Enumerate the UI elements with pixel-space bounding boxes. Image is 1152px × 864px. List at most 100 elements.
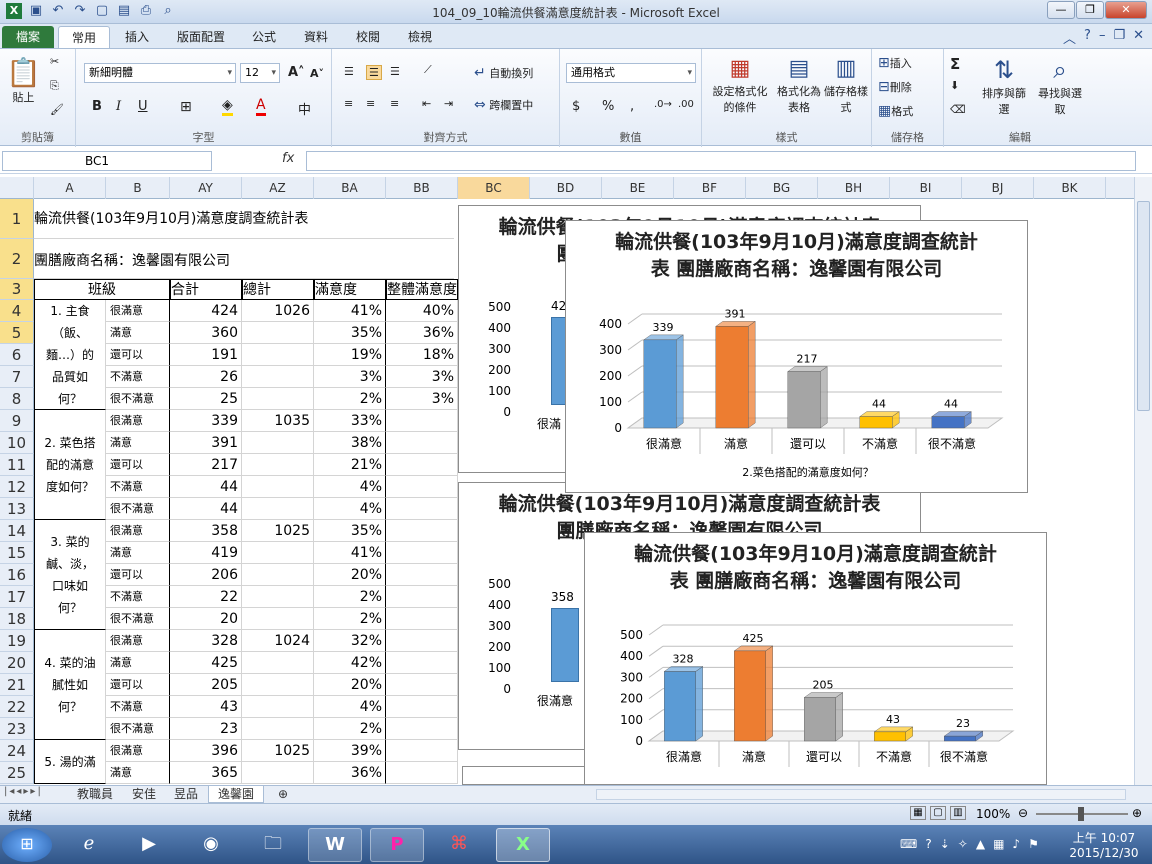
grand-total-cell[interactable]: 1024: [242, 630, 314, 652]
row-header[interactable]: 6: [0, 344, 34, 366]
level-label[interactable]: 很不滿意: [106, 388, 170, 410]
col-header[interactable]: BG: [746, 177, 818, 199]
col-header[interactable]: BI: [890, 177, 962, 199]
grand-total-cell[interactable]: [242, 586, 314, 608]
col-header[interactable]: AY: [170, 177, 242, 199]
select-all-corner[interactable]: [0, 177, 34, 199]
row-header[interactable]: 3: [0, 279, 34, 300]
pct-cell[interactable]: 4%: [314, 476, 386, 498]
pct-cell[interactable]: 2%: [314, 608, 386, 630]
percent-button[interactable]: %: [602, 99, 614, 114]
tab-data[interactable]: 資料: [296, 26, 336, 48]
overall-cell[interactable]: [386, 718, 458, 740]
pct-cell[interactable]: 38%: [314, 432, 386, 454]
currency-button[interactable]: $: [572, 99, 580, 114]
doc-restore-icon[interactable]: ❐: [1113, 28, 1125, 47]
fill-icon[interactable]: ⬇: [950, 79, 959, 92]
font-name-select[interactable]: 新細明體: [84, 63, 236, 83]
flag-icon[interactable]: ⚑: [1028, 837, 1039, 851]
row-header[interactable]: 18: [0, 608, 34, 630]
restore-button[interactable]: ❐: [1076, 1, 1104, 19]
question-label[interactable]: 4. 菜的油膩性如何？: [34, 630, 106, 740]
pct-cell[interactable]: 19%: [314, 344, 386, 366]
tray-arrow-icon[interactable]: ▲: [976, 837, 985, 851]
volume-icon[interactable]: ♪: [1012, 837, 1020, 851]
pct-cell[interactable]: 41%: [314, 300, 386, 322]
row-header[interactable]: 1: [0, 199, 34, 239]
row-header[interactable]: 15: [0, 542, 34, 564]
fill-color-icon[interactable]: ◈: [222, 97, 233, 116]
overall-cell[interactable]: [386, 608, 458, 630]
start-button[interactable]: ⊞: [2, 828, 52, 862]
grand-total-cell[interactable]: [242, 366, 314, 388]
question-label[interactable]: 3. 菜的鹹、淡，口味如何？: [34, 520, 106, 630]
grand-total-cell[interactable]: [242, 432, 314, 454]
row-header[interactable]: 8: [0, 388, 34, 410]
sheet-tab[interactable]: 教職員: [68, 786, 122, 803]
align-top-icon[interactable]: ☰: [344, 65, 354, 78]
find-select-button[interactable]: ⌕ 尋找與選取: [1038, 55, 1082, 117]
overall-cell[interactable]: [386, 520, 458, 542]
zoom-out-icon[interactable]: ⊖: [1018, 806, 1028, 820]
name-box[interactable]: BC1: [2, 151, 212, 171]
increase-indent-icon[interactable]: ⇥: [444, 97, 453, 110]
grow-font-icon[interactable]: A˄: [288, 65, 305, 80]
pct-cell[interactable]: 41%: [314, 542, 386, 564]
format-cells-button[interactable]: ▦格式: [878, 103, 913, 119]
grand-total-cell[interactable]: [242, 388, 314, 410]
count-cell[interactable]: 26: [170, 366, 242, 388]
level-label[interactable]: 還可以: [106, 344, 170, 366]
level-label[interactable]: 很不滿意: [106, 718, 170, 740]
page-break-view-icon[interactable]: ▥: [950, 806, 966, 820]
row-header[interactable]: 21: [0, 674, 34, 696]
align-right-icon[interactable]: ≡: [390, 97, 399, 110]
overall-cell[interactable]: [386, 652, 458, 674]
row-header[interactable]: 13: [0, 498, 34, 520]
row-header[interactable]: 22: [0, 696, 34, 718]
level-label[interactable]: 滿意: [106, 762, 170, 784]
paste-button[interactable]: 📋 貼上: [6, 57, 41, 105]
decrease-decimal-icon[interactable]: .00: [678, 99, 694, 110]
level-label[interactable]: 滿意: [106, 542, 170, 564]
level-label[interactable]: 很滿意: [106, 300, 170, 322]
zoom-in-icon[interactable]: ⊕: [1132, 806, 1142, 820]
formula-input[interactable]: [306, 151, 1136, 171]
powerpoint-icon[interactable]: P: [370, 828, 424, 862]
grand-total-cell[interactable]: [242, 696, 314, 718]
count-cell[interactable]: 191: [170, 344, 242, 366]
pct-cell[interactable]: 20%: [314, 564, 386, 586]
count-cell[interactable]: 43: [170, 696, 242, 718]
header-overall[interactable]: 整體滿意度: [386, 279, 458, 300]
minimize-button[interactable]: —: [1047, 1, 1075, 19]
overall-cell[interactable]: 40%: [386, 300, 458, 322]
conditional-format-button[interactable]: ▦ 設定格式化的條件: [708, 55, 772, 115]
count-cell[interactable]: 419: [170, 542, 242, 564]
level-label[interactable]: 還可以: [106, 674, 170, 696]
overall-cell[interactable]: 36%: [386, 322, 458, 344]
zoom-level[interactable]: 100%: [976, 807, 1010, 821]
row-header[interactable]: 7: [0, 366, 34, 388]
pct-cell[interactable]: 4%: [314, 696, 386, 718]
sort-filter-button[interactable]: ⇅ 排序與篩選: [980, 55, 1028, 117]
orientation-icon[interactable]: ⟋: [424, 63, 432, 77]
sheet-tab[interactable]: 安佳: [124, 786, 164, 803]
overall-cell[interactable]: [386, 630, 458, 652]
media-player-icon[interactable]: ▶: [122, 828, 176, 862]
level-label[interactable]: 滿意: [106, 652, 170, 674]
cut-icon[interactable]: ✂: [50, 55, 59, 68]
overall-cell[interactable]: [386, 696, 458, 718]
overall-cell[interactable]: [386, 762, 458, 784]
number-format-select[interactable]: 通用格式: [566, 63, 696, 83]
count-cell[interactable]: 328: [170, 630, 242, 652]
word-icon[interactable]: W: [308, 828, 362, 862]
file-explorer-icon[interactable]: 🗀: [246, 828, 300, 862]
align-bottom-icon[interactable]: ☰: [390, 65, 400, 78]
row-header[interactable]: 2: [0, 239, 34, 279]
horizontal-scrollbar[interactable]: [596, 789, 1126, 800]
col-header[interactable]: BA: [314, 177, 386, 199]
overall-cell[interactable]: [386, 454, 458, 476]
col-header[interactable]: BE: [602, 177, 674, 199]
level-label[interactable]: 很不滿意: [106, 498, 170, 520]
count-cell[interactable]: 360: [170, 322, 242, 344]
clock[interactable]: 上午 10:07 2015/12/30: [1064, 829, 1144, 860]
